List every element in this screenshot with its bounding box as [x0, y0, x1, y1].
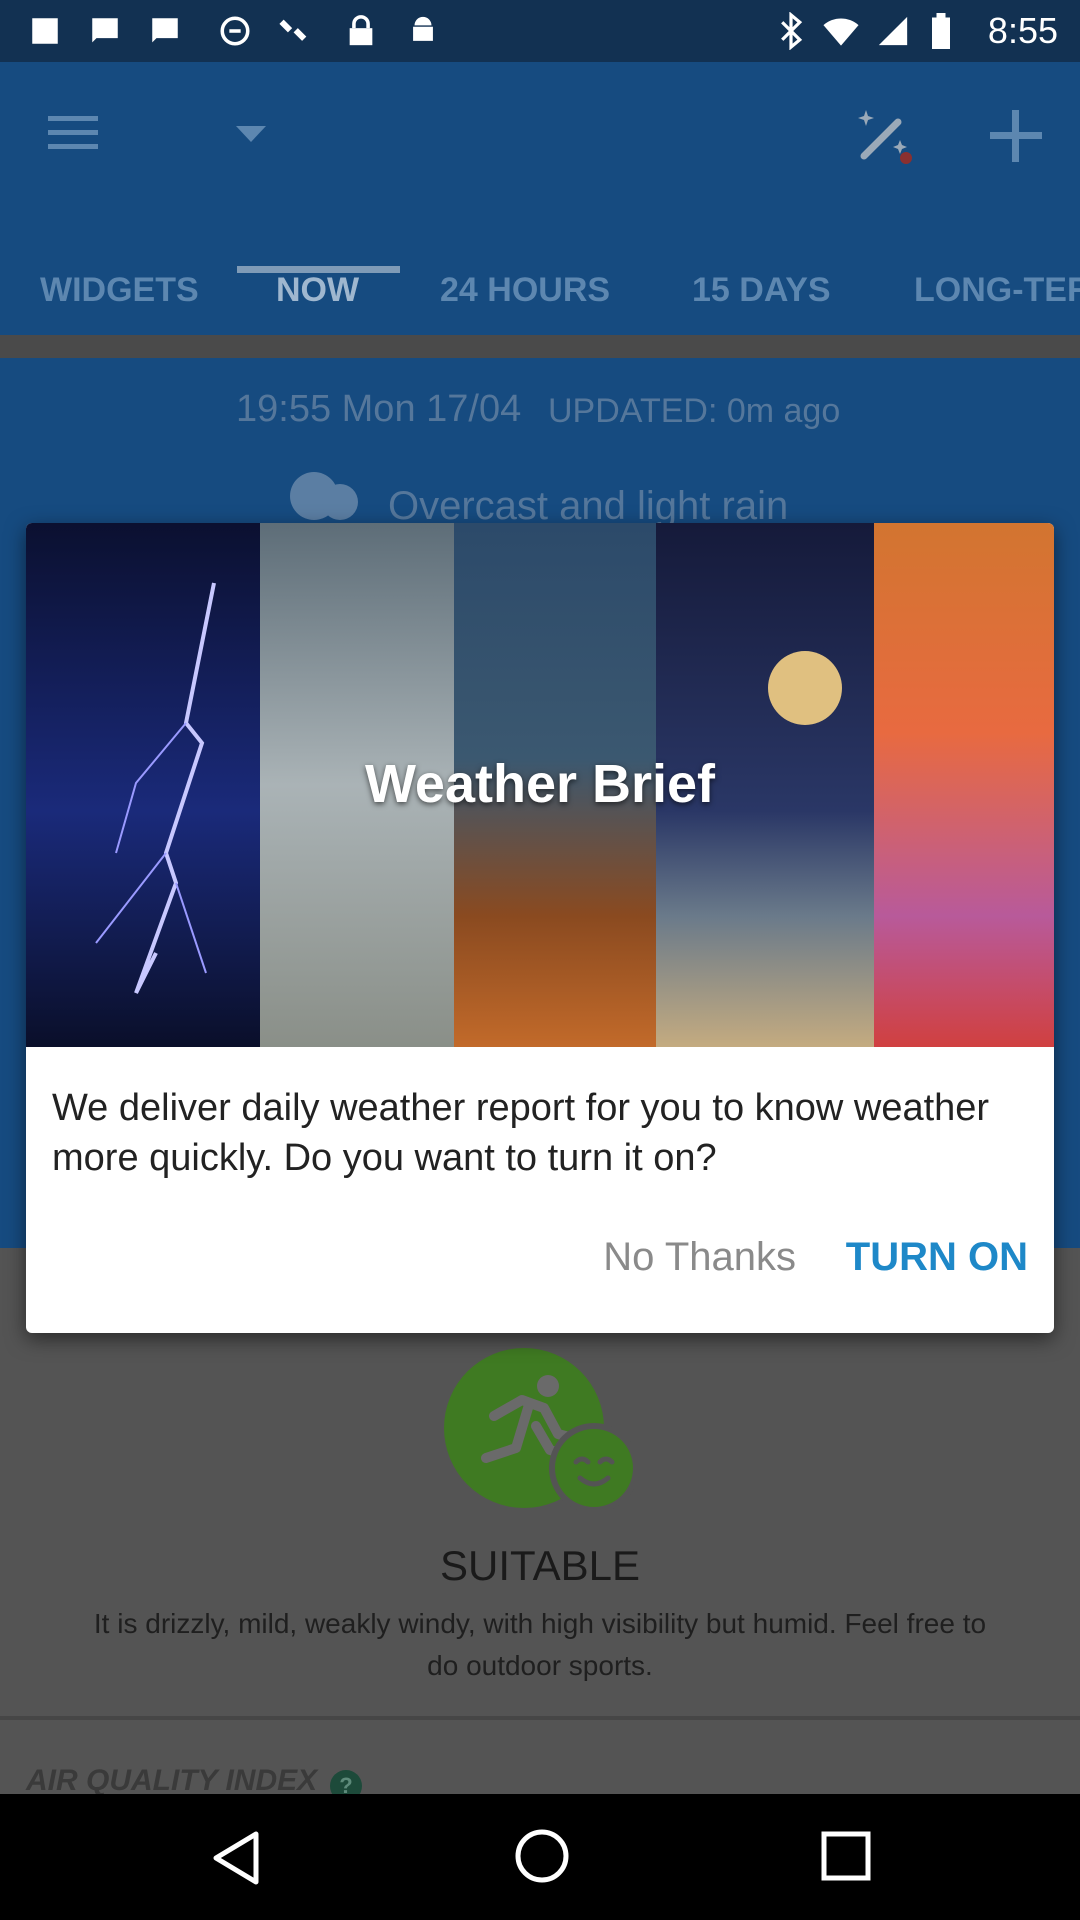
- turn-on-button[interactable]: TURN ON: [846, 1235, 1028, 1280]
- navigation-bar: [0, 1794, 1080, 1920]
- blocked-icon: [216, 12, 254, 50]
- running-icon: [444, 1346, 644, 1521]
- lock-icon: [342, 12, 380, 50]
- wifi-icon: [822, 12, 860, 50]
- tab-indicator: [237, 266, 400, 273]
- back-icon[interactable]: [210, 1830, 262, 1891]
- status-bar: 8:55: [0, 0, 1080, 62]
- signal-icon: [874, 12, 912, 50]
- android-icon: [404, 12, 442, 50]
- no-thanks-button[interactable]: No Thanks: [603, 1235, 796, 1280]
- recents-icon[interactable]: [820, 1830, 872, 1887]
- dialog-title: Weather Brief: [364, 754, 716, 814]
- tab-15-days[interactable]: 15 DAYS: [692, 245, 831, 335]
- photo-icon: [26, 12, 64, 50]
- activity-status: SUITABLE: [440, 1542, 640, 1589]
- dialog-message: We deliver daily weather report for you …: [52, 1087, 990, 1179]
- home-icon[interactable]: [514, 1828, 570, 1889]
- message-icon: [146, 12, 184, 50]
- message-icon: [86, 12, 124, 50]
- app-bar: WIDGETS NOW 24 HOURS 15 DAYS LONG-TER: [0, 62, 1080, 335]
- magic-wand-icon[interactable]: [856, 106, 914, 169]
- tab-24-hours[interactable]: 24 HOURS: [440, 245, 610, 335]
- plus-icon[interactable]: [988, 108, 1044, 169]
- satellite-icon: [276, 12, 314, 50]
- divider: [0, 1716, 1080, 1720]
- cloud-icon: [284, 468, 368, 525]
- activity-description-line1: It is drizzly, mild, weakly windy, with …: [93, 1608, 987, 1639]
- menu-icon[interactable]: [48, 114, 98, 157]
- activity-description-line2: do outdoor sports.: [427, 1650, 653, 1681]
- bluetooth-icon: [772, 12, 810, 50]
- weather-brief-dialog: Weather Brief We deliver daily weather r…: [26, 523, 1054, 1333]
- updated-label: UPDATED: 0m ago: [548, 392, 841, 430]
- dropdown-icon[interactable]: [236, 126, 266, 147]
- timestamp: 19:55 Mon 17/04: [236, 388, 522, 430]
- battery-icon: [922, 12, 960, 50]
- tab-now[interactable]: NOW: [276, 245, 359, 335]
- status-time: 8:55: [987, 10, 1058, 51]
- tab-long-term[interactable]: LONG-TER: [914, 245, 1080, 335]
- tab-bar: WIDGETS NOW 24 HOURS 15 DAYS LONG-TER: [0, 245, 1080, 335]
- aqi-label: AIR QUALITY INDEX: [26, 1764, 318, 1797]
- tab-widgets[interactable]: WIDGETS: [40, 245, 199, 335]
